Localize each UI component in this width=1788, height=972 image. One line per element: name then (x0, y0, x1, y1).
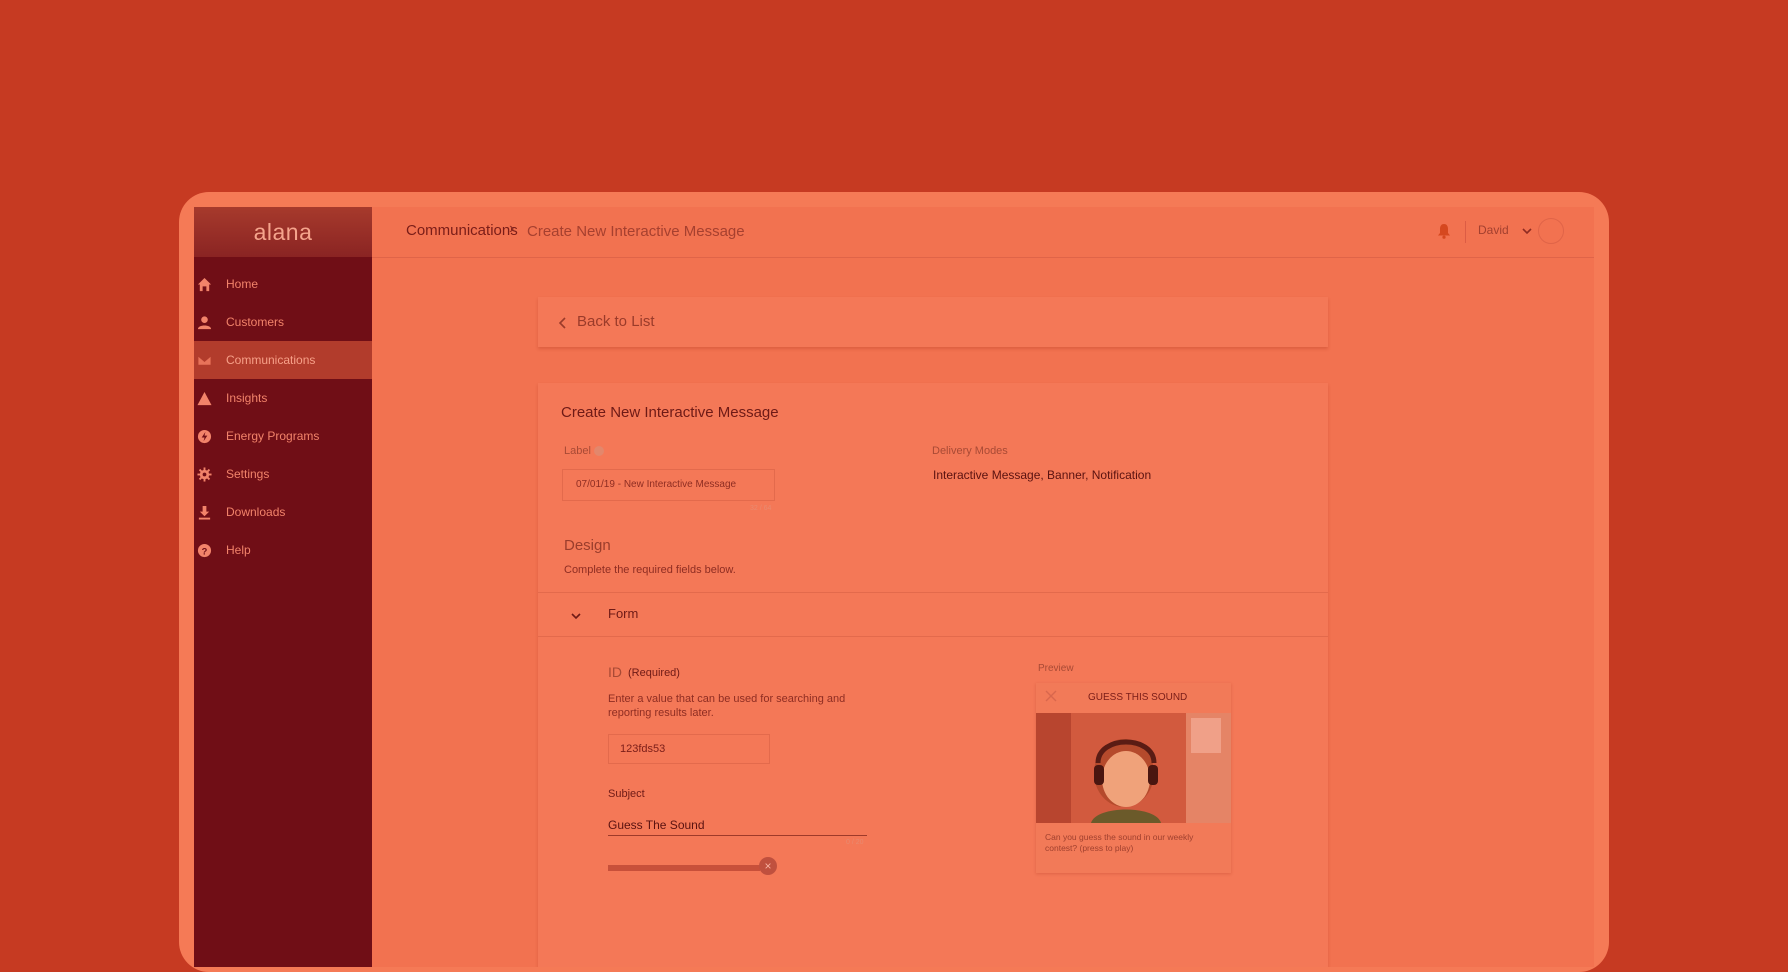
breadcrumb-current: Create New Interactive Message (527, 223, 745, 240)
help-icon: ? (196, 542, 212, 558)
user-icon (196, 314, 212, 330)
sidebar-item-insights[interactable]: Insights (194, 379, 372, 417)
id-help-text: Enter a value that can be used for searc… (608, 693, 846, 719)
back-to-list-link[interactable]: Back to List (577, 313, 655, 330)
preview-body: Can you guess the sound in our weekly co… (1045, 832, 1194, 853)
chevron-down-icon[interactable] (570, 609, 582, 621)
sidebar-item-label: Energy Programs (226, 429, 320, 443)
id-field-label: ID (608, 664, 622, 680)
design-subtitle: Complete the required fields below. (564, 564, 736, 576)
chevron-down-icon[interactable] (1521, 224, 1533, 236)
preview-label: Preview (1038, 663, 1074, 674)
remove-image-icon[interactable]: × (759, 857, 777, 875)
close-icon[interactable] (1045, 689, 1057, 702)
top-bar: Communications › Create New Interactive … (372, 207, 1594, 258)
info-icon[interactable] (594, 446, 604, 456)
design-heading: Design (564, 537, 611, 554)
page-title: Create New Interactive Message (561, 404, 779, 421)
sidebar-item-downloads[interactable]: Downloads (194, 493, 372, 531)
subject-underline (608, 835, 867, 836)
sidebar-item-help[interactable]: ? Help (194, 531, 372, 569)
breadcrumb-root[interactable]: Communications (406, 222, 518, 239)
required-tag: (Required) (628, 667, 680, 679)
sidebar-item-communications[interactable]: Communications (194, 341, 372, 379)
home-icon (196, 276, 212, 292)
id-input[interactable]: 123fds53 (608, 734, 770, 764)
preview-image (1036, 713, 1231, 823)
header-divider (1465, 221, 1466, 243)
breadcrumb-separator-icon: › (509, 220, 515, 237)
app-logo: alana (194, 207, 372, 257)
user-name[interactable]: David (1478, 223, 1509, 237)
sidebar-item-home[interactable]: Home (194, 265, 372, 303)
sidebar-item-label: Home (226, 277, 259, 291)
form-section-toggle[interactable]: Form (608, 606, 638, 621)
bell-icon[interactable] (1437, 223, 1451, 239)
message-preview: GUESS THIS SOUND Can you guess the sound… (1036, 683, 1231, 873)
bolt-icon (196, 428, 212, 444)
sidebar-item-energy-programs[interactable]: Energy Programs (194, 417, 372, 455)
sidebar-item-label: Communications (226, 353, 316, 367)
chevron-left-icon[interactable] (558, 316, 568, 329)
label-char-counter: 32 / 64 (750, 505, 772, 512)
delivery-modes-value: Interactive Message, Banner, Notificatio… (933, 468, 1152, 482)
avatar[interactable] (1538, 218, 1564, 244)
sidebar-item-settings[interactable]: Settings (194, 455, 372, 493)
label-field-label: Label (564, 445, 591, 457)
preview-title: GUESS THIS SOUND (1088, 692, 1188, 703)
subject-input[interactable]: Guess The Sound (608, 818, 705, 832)
download-icon (196, 504, 212, 520)
svg-text:?: ? (201, 546, 207, 556)
image-thumbnail (608, 865, 760, 871)
gear-icon (196, 466, 212, 482)
app-screen: alana Home Customers Communications Insi… (194, 207, 1594, 967)
label-input[interactable]: 07/01/19 - New Interactive Message (562, 469, 775, 501)
sidebar-item-label: Downloads (226, 505, 286, 519)
mail-icon (196, 352, 212, 368)
subject-field-label: Subject (608, 788, 645, 800)
subject-char-counter: 0 / 20 (846, 839, 864, 846)
sidebar: alana Home Customers Communications Insi… (194, 207, 372, 967)
section-divider (538, 636, 1328, 637)
delivery-modes-label: Delivery Modes (932, 445, 1008, 457)
sidebar-item-label: Customers (226, 315, 285, 329)
sidebar-item-customers[interactable]: Customers (194, 303, 372, 341)
section-divider (538, 592, 1328, 593)
create-message-card: Create New Interactive Message Label 07/… (538, 383, 1328, 967)
back-bar: Back to List (538, 297, 1328, 347)
sidebar-item-label: Settings (226, 467, 270, 481)
warning-icon (196, 390, 212, 406)
sidebar-item-label: Insights (226, 391, 268, 405)
sidebar-item-label: Help (226, 543, 251, 557)
